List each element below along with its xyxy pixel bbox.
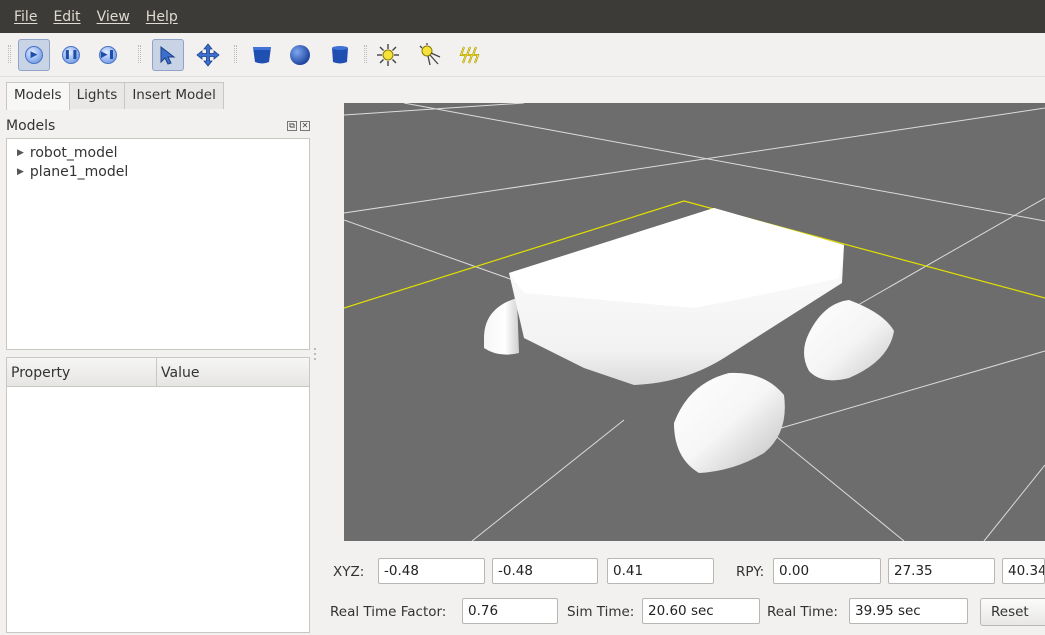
close-panel-icon[interactable]: ✕ (300, 121, 310, 131)
column-header-value[interactable]: Value (157, 358, 203, 386)
left-panel-tabs: Models Lights Insert Model (6, 82, 224, 110)
robot-model (484, 208, 894, 473)
tab-insert-model[interactable]: Insert Model (124, 82, 224, 109)
expand-arrow-icon[interactable]: ▶ (17, 148, 24, 158)
menu-file[interactable]: File (14, 9, 37, 25)
step-icon: ▶❚ (99, 46, 117, 64)
grid-line (471, 419, 625, 541)
translate-icon (196, 43, 220, 67)
tree-item-label: robot_model (29, 144, 118, 161)
toolbar: ▶ ❚❚ ▶❚ (0, 33, 1045, 77)
real-time-label: Real Time: (767, 604, 838, 620)
select-arrow-icon (160, 45, 176, 65)
reset-button[interactable]: Reset (980, 598, 1045, 626)
3d-render-view[interactable] (344, 103, 1045, 541)
x-field[interactable]: -0.48 (378, 558, 485, 584)
stats-row: Real Time Factor: 0.76 Sim Time: 20.60 s… (330, 598, 1045, 628)
cylinder-icon (332, 46, 348, 64)
column-header-property[interactable]: Property (7, 358, 157, 386)
rear-right-wheel (804, 300, 894, 381)
rpy-label: RPY: (736, 564, 765, 580)
grid-line (983, 464, 1045, 541)
directional-light-icon (459, 46, 480, 64)
sim-time-value: 20.60 sec (642, 598, 760, 624)
y-field[interactable]: -0.48 (492, 558, 598, 584)
expand-arrow-icon[interactable]: ▶ (17, 167, 24, 177)
step-button[interactable]: ▶❚ (92, 39, 124, 71)
grid-line (344, 107, 1045, 214)
play-button[interactable]: ▶ (18, 39, 50, 71)
directional-light-button[interactable] (454, 39, 486, 71)
menubar: File Edit View Help (0, 0, 1045, 33)
yaw-field[interactable]: 40.34 (1002, 558, 1045, 584)
toolbar-grip[interactable] (138, 45, 141, 63)
menu-view[interactable]: View (97, 9, 130, 25)
models-panel-header: Models ⧉ ✕ (6, 115, 310, 137)
menu-edit[interactable]: Edit (53, 9, 80, 25)
select-mode-button[interactable] (152, 39, 184, 71)
toolbar-grip[interactable] (234, 45, 237, 63)
pause-button[interactable]: ❚❚ (55, 39, 87, 71)
tab-models[interactable]: Models (6, 82, 70, 110)
grid-line (403, 103, 1045, 222)
grip-dots-icon (314, 348, 316, 360)
roll-field[interactable]: 0.00 (773, 558, 881, 584)
models-tree: ▶ robot_model ▶ plane1_model (6, 138, 310, 350)
xyz-label: XYZ: (333, 564, 365, 580)
grid-line (843, 197, 1045, 314)
real-time-value: 39.95 sec (849, 598, 968, 624)
real-time-factor-label: Real Time Factor: (330, 604, 447, 620)
float-panel-icon[interactable]: ⧉ (287, 121, 297, 131)
scene-canvas (344, 103, 1045, 541)
point-light-button[interactable] (372, 39, 404, 71)
pose-row: XYZ: -0.48 -0.48 0.41 RPY: 0.00 27.35 40… (330, 558, 1045, 588)
box-icon (253, 47, 271, 64)
grid-line (771, 432, 905, 541)
toolbar-grip[interactable] (364, 45, 367, 63)
panel-splitter[interactable] (6, 350, 310, 356)
cylinder-button[interactable] (324, 39, 356, 71)
sim-time-label: Sim Time: (567, 604, 635, 620)
point-light-icon (377, 44, 399, 66)
toolbar-grip[interactable] (8, 45, 11, 63)
box-button[interactable] (246, 39, 278, 71)
rear-left-wheel (484, 298, 519, 355)
tree-item-plane1-model[interactable]: ▶ plane1_model (7, 162, 309, 181)
spot-light-button[interactable] (414, 39, 446, 71)
tree-item-label: plane1_model (29, 163, 129, 180)
sphere-icon (290, 45, 310, 65)
play-icon: ▶ (25, 46, 43, 64)
menu-help[interactable]: Help (146, 9, 178, 25)
pause-icon: ❚❚ (62, 46, 80, 64)
translate-mode-button[interactable] (192, 39, 224, 71)
real-time-factor-value: 0.76 (462, 598, 558, 624)
front-wheel (674, 372, 785, 473)
sphere-button[interactable] (284, 39, 316, 71)
tree-item-robot-model[interactable]: ▶ robot_model (7, 143, 309, 162)
property-table: Property Value (6, 357, 310, 633)
models-panel-title: Models (6, 118, 56, 134)
property-table-header: Property Value (7, 358, 309, 387)
z-field[interactable]: 0.41 (607, 558, 714, 584)
tab-lights[interactable]: Lights (68, 82, 126, 109)
vertical-splitter-handle[interactable] (312, 345, 318, 363)
spot-light-icon (419, 43, 441, 66)
pitch-field[interactable]: 27.35 (888, 558, 995, 584)
